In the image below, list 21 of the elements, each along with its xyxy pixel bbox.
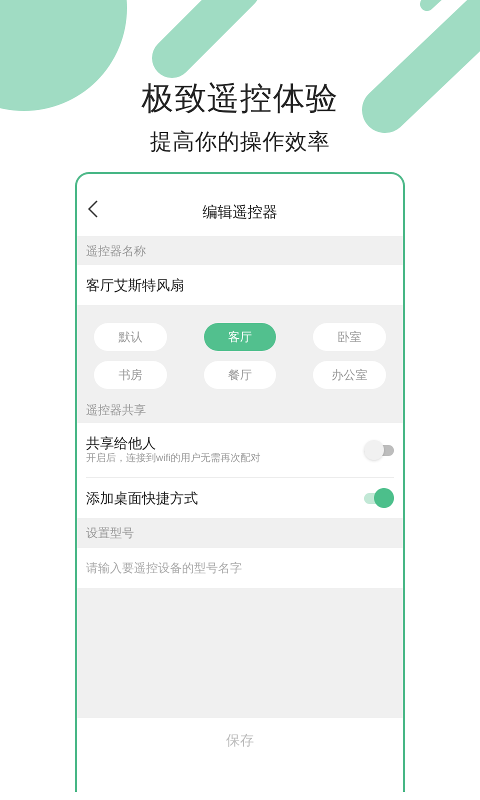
- remote-name-field[interactable]: 客厅艾斯特风扇: [86, 274, 184, 296]
- headline: 极致遥控体验: [142, 79, 338, 118]
- room-chip[interactable]: 书房: [94, 361, 167, 389]
- room-chip[interactable]: 餐厅: [204, 361, 276, 389]
- setting-description: 开启后，连接到wifi的用户无需再次配对: [86, 452, 260, 466]
- setting-title: 共享给他人: [86, 434, 157, 452]
- screen-title: 编辑遥控器: [202, 202, 278, 223]
- section-label: 设置型号: [86, 525, 134, 542]
- save-button[interactable]: 保存: [218, 730, 262, 751]
- room-chip[interactable]: 客厅: [204, 323, 276, 351]
- model-input-field[interactable]: 请输入要遥控设备的型号名字: [86, 559, 394, 577]
- toggle-switch[interactable]: [364, 488, 394, 508]
- toggle-switch[interactable]: [364, 440, 394, 460]
- setting-title: 添加桌面快捷方式: [86, 489, 198, 507]
- subheadline: 提高你的操作效率: [150, 128, 330, 156]
- room-chip[interactable]: 办公室: [313, 361, 386, 389]
- room-chip[interactable]: 卧室: [313, 323, 386, 351]
- section-label: 遥控器名称: [86, 242, 146, 260]
- section-label: 遥控器共享: [86, 403, 146, 417]
- room-chip[interactable]: 默认: [94, 323, 167, 351]
- back-icon: [88, 200, 98, 218]
